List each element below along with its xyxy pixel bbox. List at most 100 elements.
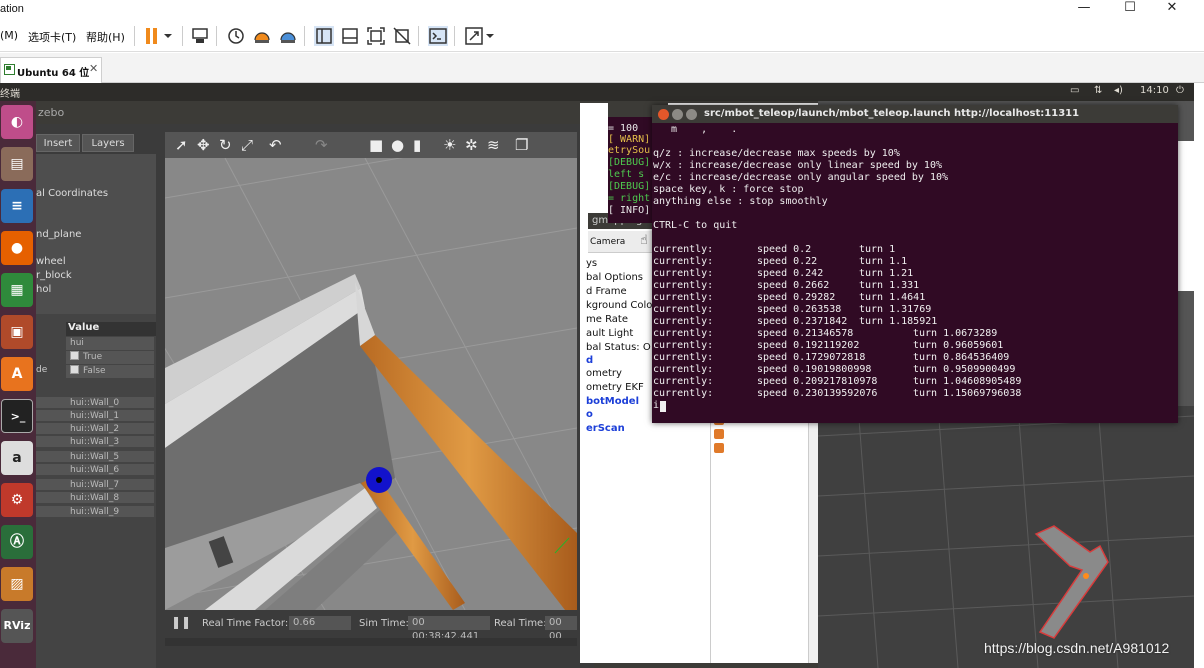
tree-item[interactable]: r_block [36, 270, 72, 281]
property-row[interactable]: de False [36, 365, 156, 378]
host-title-bar: ation — ☐ ✕ [0, 0, 1204, 22]
rviz-map-view[interactable] [818, 406, 1194, 668]
chevron-down-icon[interactable] [162, 26, 182, 46]
minimize-icon[interactable]: — [1064, 0, 1104, 22]
send-keys-icon[interactable] [190, 26, 210, 46]
display-item[interactable]: o [586, 409, 593, 420]
maximize-icon[interactable]: ☐ [1110, 0, 1150, 22]
log-line: [DEBUG] [608, 181, 651, 192]
menu-help[interactable]: 帮助(H) [86, 29, 125, 45]
unity-mode-icon[interactable] [392, 26, 412, 46]
display-item[interactable]: ys [586, 258, 597, 269]
close-icon[interactable]: ✕ [1152, 0, 1192, 22]
keyboard-icon[interactable]: ▭ [1070, 85, 1079, 96]
writer-icon[interactable]: ≡ [1, 189, 33, 223]
tree-item[interactable]: hol [36, 284, 51, 295]
stretch-icon[interactable] [464, 26, 484, 46]
wall-row[interactable]: hui::Wall_5 [36, 451, 154, 463]
tree-item[interactable]: wheel [36, 256, 66, 267]
select-tool-icon[interactable]: ➚ [175, 136, 188, 154]
checkbox[interactable] [714, 443, 724, 453]
snapshot-manager-icon[interactable] [278, 26, 298, 46]
checkbox[interactable] [714, 429, 724, 439]
wall-row[interactable]: hui::Wall_1 [36, 410, 154, 422]
calc-icon[interactable]: ▦ [1, 273, 33, 307]
wall-row[interactable]: hui::Wall_7 [36, 479, 154, 491]
translate-tool-icon[interactable]: ✥ [197, 136, 210, 154]
dash-icon[interactable]: ◐ [1, 105, 33, 139]
display-item[interactable]: ault Light [586, 328, 633, 339]
display-item[interactable]: bal Status: O [586, 342, 651, 353]
display-item[interactable]: bal Options [586, 272, 643, 283]
camera-button[interactable]: Camera [590, 237, 625, 247]
cylinder-shape-icon[interactable]: ▮ [413, 136, 421, 154]
settings-icon[interactable]: ⚙ [1, 483, 33, 517]
display-item[interactable]: d Frame [586, 286, 627, 297]
scale-tool-icon[interactable]: ⤢ [241, 136, 253, 154]
wall-row[interactable]: hui::Wall_3 [36, 436, 154, 448]
tab-close-icon[interactable]: ✕ [89, 62, 98, 75]
vm-screen: 终端 ▭ ⇅ ◂) 14:10 ⏻ ◐ ▤ ≡ ● ▦ ▣ A >_ a ⚙ Ⓐ… [0, 83, 1204, 668]
software-center-icon[interactable]: A [1, 357, 33, 391]
amazon-icon[interactable]: a [1, 441, 33, 475]
wall-row[interactable]: hui::Wall_9 [36, 506, 154, 518]
tab-ubuntu[interactable]: Ubuntu 64 位 ✕ [0, 57, 102, 83]
undo-icon[interactable]: ↶ [269, 136, 282, 154]
wall-row[interactable]: hui::Wall_8 [36, 492, 154, 504]
checkbox [70, 351, 79, 360]
spot-light-icon[interactable]: ✲ [465, 136, 478, 154]
network-icon[interactable]: ⇅ [1094, 85, 1102, 96]
tab-insert[interactable]: Insert [36, 134, 80, 152]
thumbnail-bar-icon[interactable] [340, 26, 360, 46]
interact-icon[interactable]: ☝ [640, 233, 648, 248]
gazebo-scrollbar[interactable] [165, 638, 577, 646]
pause-icon[interactable]: ❚❚ [171, 615, 191, 629]
wall-row[interactable]: hui::Wall_6 [36, 464, 154, 476]
menu-view[interactable]: (M) [0, 29, 18, 42]
power-icon[interactable]: ⏻ [1176, 85, 1184, 96]
menu-tabs[interactable]: 选项卡(T) [28, 29, 76, 45]
tree-item[interactable]: nd_plane [36, 229, 81, 240]
pause-vm-icon[interactable] [142, 26, 162, 46]
terminal-icon[interactable]: >_ [1, 399, 33, 433]
directional-light-icon[interactable]: ≋ [487, 136, 500, 154]
maximize-icon[interactable] [686, 109, 697, 120]
display-item[interactable]: kground Colo [586, 300, 652, 311]
terminal-output[interactable]: m , . q/z : increase/decrease max speeds… [653, 124, 1177, 422]
restore-snapshot-icon[interactable] [252, 26, 272, 46]
snapshot-icon[interactable] [226, 26, 246, 46]
display-item[interactable]: me Rate [586, 314, 628, 325]
console-icon[interactable] [428, 26, 448, 46]
point-light-icon[interactable]: ☀ [443, 136, 456, 154]
box-shape-icon[interactable]: ■ [369, 136, 383, 154]
display-item[interactable]: ometry EKF [586, 382, 644, 393]
package-icon[interactable]: ▨ [1, 567, 33, 601]
tree-item[interactable]: al Coordinates [36, 188, 108, 199]
display-item[interactable]: botModel [586, 396, 639, 407]
copy-icon[interactable]: ❐ [515, 136, 528, 154]
wall-row[interactable]: hui::Wall_0 [36, 397, 154, 409]
tab-layers[interactable]: Layers [82, 134, 134, 152]
rotate-tool-icon[interactable]: ↻ [219, 136, 232, 154]
chevron-down-icon[interactable] [484, 26, 504, 46]
impress-icon[interactable]: ▣ [1, 315, 33, 349]
sphere-shape-icon[interactable]: ● [391, 136, 404, 154]
display-item[interactable]: d [586, 355, 593, 366]
display-item[interactable]: erScan [586, 423, 625, 434]
minimize-icon[interactable] [672, 109, 683, 120]
display-item[interactable]: ometry [586, 368, 622, 379]
wall-row[interactable]: hui::Wall_2 [36, 423, 154, 435]
files-icon[interactable]: ▤ [1, 147, 33, 181]
updater-icon[interactable]: Ⓐ [1, 525, 33, 559]
property-row[interactable]: hui [36, 337, 156, 350]
redo-icon[interactable]: ↷ [315, 136, 328, 154]
sidebar-toggle-icon[interactable] [314, 26, 334, 46]
property-row[interactable]: True [36, 351, 156, 364]
volume-icon[interactable]: ◂) [1114, 85, 1123, 96]
clock[interactable]: 14:10 [1140, 85, 1169, 96]
gazebo-3d-viewport[interactable] [165, 158, 577, 610]
rviz-launcher-icon[interactable]: RViz [1, 609, 33, 643]
fullscreen-icon[interactable] [366, 26, 386, 46]
firefox-icon[interactable]: ● [1, 231, 33, 265]
close-icon[interactable] [658, 109, 669, 120]
